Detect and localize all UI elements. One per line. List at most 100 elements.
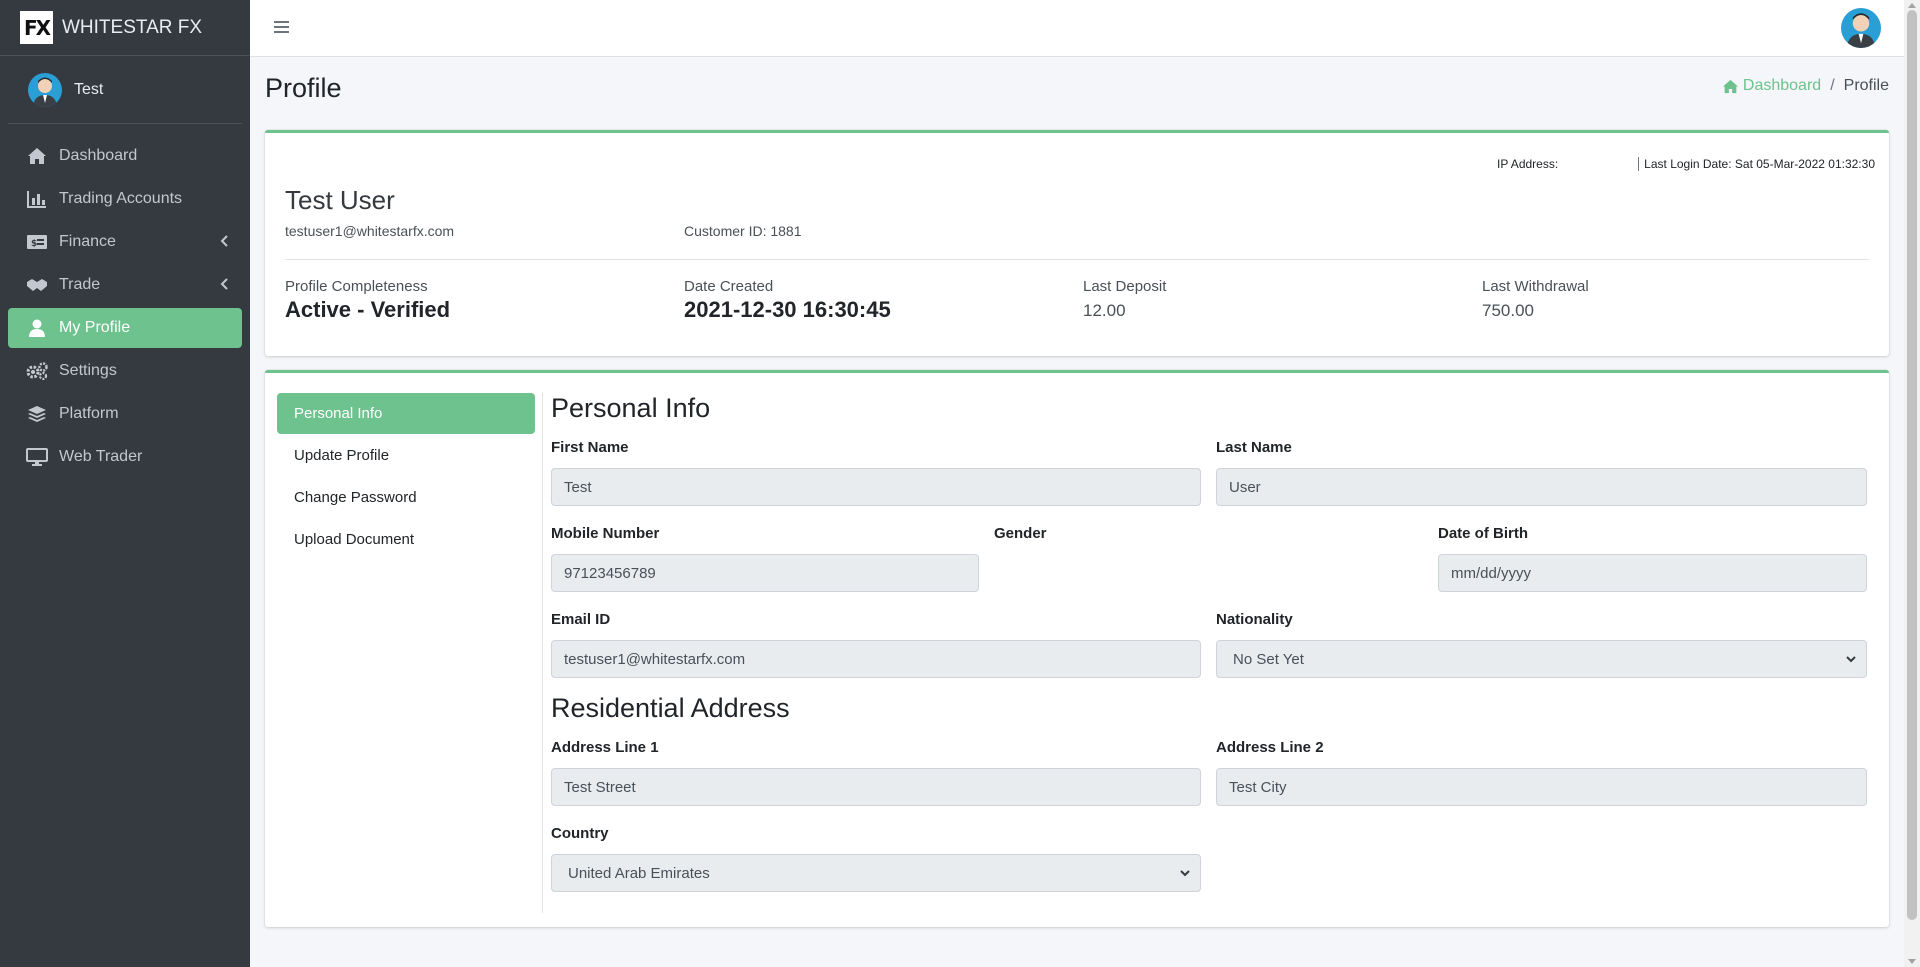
email-field[interactable]: testuser1@whitestarfx.com	[551, 640, 1201, 678]
breadcrumb: Dashboard / Profile	[1722, 77, 1889, 95]
breadcrumb-home-label: Dashboard	[1742, 77, 1822, 94]
sidebar-item-platform[interactable]: Platform	[8, 394, 242, 434]
email-id-label: Email ID	[551, 611, 611, 628]
sidebar-item-label: Settings	[59, 362, 117, 379]
profile-detail-card: Personal Info Update Profile Change Pass…	[265, 370, 1889, 927]
tab-upload-document[interactable]: Upload Document	[277, 519, 535, 560]
login-info: IP Address: Last Login Date: Sat 05-Mar-…	[1497, 157, 1875, 171]
sidebar-item-label: Dashboard	[59, 147, 138, 164]
mobile-number-field[interactable]: 97123456789	[551, 554, 979, 592]
breadcrumb-separator: /	[1830, 77, 1835, 94]
first-name-label: First Name	[551, 439, 629, 456]
breadcrumb-current: Profile	[1843, 77, 1889, 94]
gender-label: Gender	[994, 525, 1047, 542]
handshake-icon	[26, 275, 48, 295]
stat-value: 12.00	[1083, 301, 1126, 320]
home-icon	[26, 146, 48, 166]
stat-label: Profile Completeness	[285, 278, 428, 295]
sidebar-item-label: Web Trader	[59, 448, 143, 465]
brand[interactable]: FX WHITESTAR FX	[0, 0, 250, 56]
last-name-field[interactable]: User	[1216, 468, 1867, 506]
chevron-left-icon	[220, 235, 228, 247]
tab-personal-info[interactable]: Personal Info	[277, 393, 535, 434]
desktop-icon	[26, 447, 48, 467]
brand-logo: FX	[20, 11, 53, 44]
stat-date-created: Date Created 2021-12-30 16:30:45	[684, 278, 891, 323]
page-scrollbar[interactable]	[1904, 0, 1920, 967]
mobile-number-label: Mobile Number	[551, 525, 660, 542]
chevron-down-icon	[1180, 870, 1190, 877]
stat-label: Last Deposit	[1083, 278, 1167, 295]
sidebar-item-label: My Profile	[59, 319, 131, 336]
country-label: Country	[551, 825, 609, 842]
sidebar-item-settings[interactable]: Settings	[8, 351, 242, 391]
address-line2-field[interactable]: Test City	[1216, 768, 1867, 806]
address-line2-label: Address Line 2	[1216, 739, 1324, 756]
user-menu-avatar[interactable]	[1841, 8, 1881, 48]
scrollbar-thumb[interactable]	[1907, 10, 1917, 920]
first-name-field[interactable]: Test	[551, 468, 1201, 506]
divider	[285, 259, 1869, 260]
chevron-down-icon	[1846, 656, 1856, 663]
sidebar-item-web-trader[interactable]: Web Trader	[8, 437, 242, 477]
chart-bar-icon	[26, 189, 48, 209]
sidebar-item-label: Platform	[59, 405, 119, 422]
home-icon	[1722, 79, 1738, 93]
page-title: Profile	[265, 73, 342, 103]
user-icon	[26, 318, 48, 338]
sidebar-item-label: Trade	[59, 276, 101, 293]
sidebar-nav: Dashboard Trading Accounts $ Finance Tra…	[0, 136, 250, 477]
stat-label: Date Created	[684, 278, 774, 295]
tab-update-profile[interactable]: Update Profile	[277, 435, 535, 476]
nationality-label: Nationality	[1216, 611, 1293, 628]
nationality-value: No Set Yet	[1233, 650, 1304, 668]
nationality-select[interactable]: No Set Yet	[1216, 640, 1867, 678]
user-panel[interactable]: Test	[8, 56, 242, 124]
sidebar-item-trading-accounts[interactable]: Trading Accounts	[8, 179, 242, 219]
breadcrumb-dashboard-link[interactable]: Dashboard	[1722, 77, 1821, 95]
country-select[interactable]: United Arab Emirates	[551, 854, 1201, 892]
profile-tabs: Personal Info Update Profile Change Pass…	[277, 393, 535, 561]
tabs-divider	[542, 393, 543, 913]
stat-label: Last Withdrawal	[1482, 278, 1589, 295]
sidebar-item-trade[interactable]: Trade	[8, 265, 242, 305]
tab-change-password[interactable]: Change Password	[277, 477, 535, 518]
stat-value: 750.00	[1482, 301, 1534, 320]
profile-summary-card: IP Address: Last Login Date: Sat 05-Mar-…	[265, 130, 1889, 356]
scroll-up-arrow-icon[interactable]	[1908, 3, 1916, 8]
profile-name: Test User	[285, 185, 395, 215]
layers-icon	[26, 404, 48, 424]
page-header: Profile Dashboard / Profile	[265, 57, 1889, 130]
stat-value: 2021-12-30 16:30:45	[684, 297, 891, 322]
last-login-date: Last Login Date: Sat 05-Mar-2022 01:32:3…	[1638, 157, 1875, 171]
money-bill-icon: $	[26, 232, 48, 252]
ip-address-label: IP Address:	[1497, 157, 1559, 171]
user-avatar-icon	[33, 77, 57, 107]
stat-profile-completeness: Profile Completeness Active - Verified	[285, 278, 450, 323]
sidebar-item-dashboard[interactable]: Dashboard	[8, 136, 242, 176]
sidebar: FX WHITESTAR FX Test Dashboard Trading A…	[0, 0, 250, 967]
customer-id: Customer ID: 1881	[684, 223, 802, 239]
user-name: Test	[74, 80, 104, 98]
last-name-label: Last Name	[1216, 439, 1292, 456]
sidebar-item-label: Trading Accounts	[59, 190, 183, 207]
hamburger-menu-icon[interactable]	[274, 20, 289, 34]
main-content: Profile Dashboard / Profile IP Address: …	[265, 57, 1889, 927]
date-of-birth-field[interactable]: mm/dd/yyyy	[1438, 554, 1867, 592]
user-avatar-icon	[1846, 13, 1876, 48]
address-line1-field[interactable]: Test Street	[551, 768, 1201, 806]
top-navbar	[250, 0, 1904, 57]
svg-text:$: $	[31, 239, 37, 249]
date-of-birth-label: Date of Birth	[1438, 525, 1528, 542]
country-value: United Arab Emirates	[568, 864, 710, 882]
scroll-down-arrow-icon[interactable]	[1908, 959, 1916, 964]
address-line1-label: Address Line 1	[551, 739, 659, 756]
section-title-personal-info: Personal Info	[551, 393, 711, 423]
stat-value: Active - Verified	[285, 297, 451, 322]
sidebar-item-finance[interactable]: $ Finance	[8, 222, 242, 262]
stat-last-deposit: Last Deposit 12.00	[1083, 278, 1166, 321]
avatar	[28, 72, 62, 107]
sidebar-item-my-profile[interactable]: My Profile	[8, 308, 242, 348]
sidebar-item-label: Finance	[59, 233, 116, 250]
brand-name: WHITESTAR FX	[62, 16, 203, 38]
